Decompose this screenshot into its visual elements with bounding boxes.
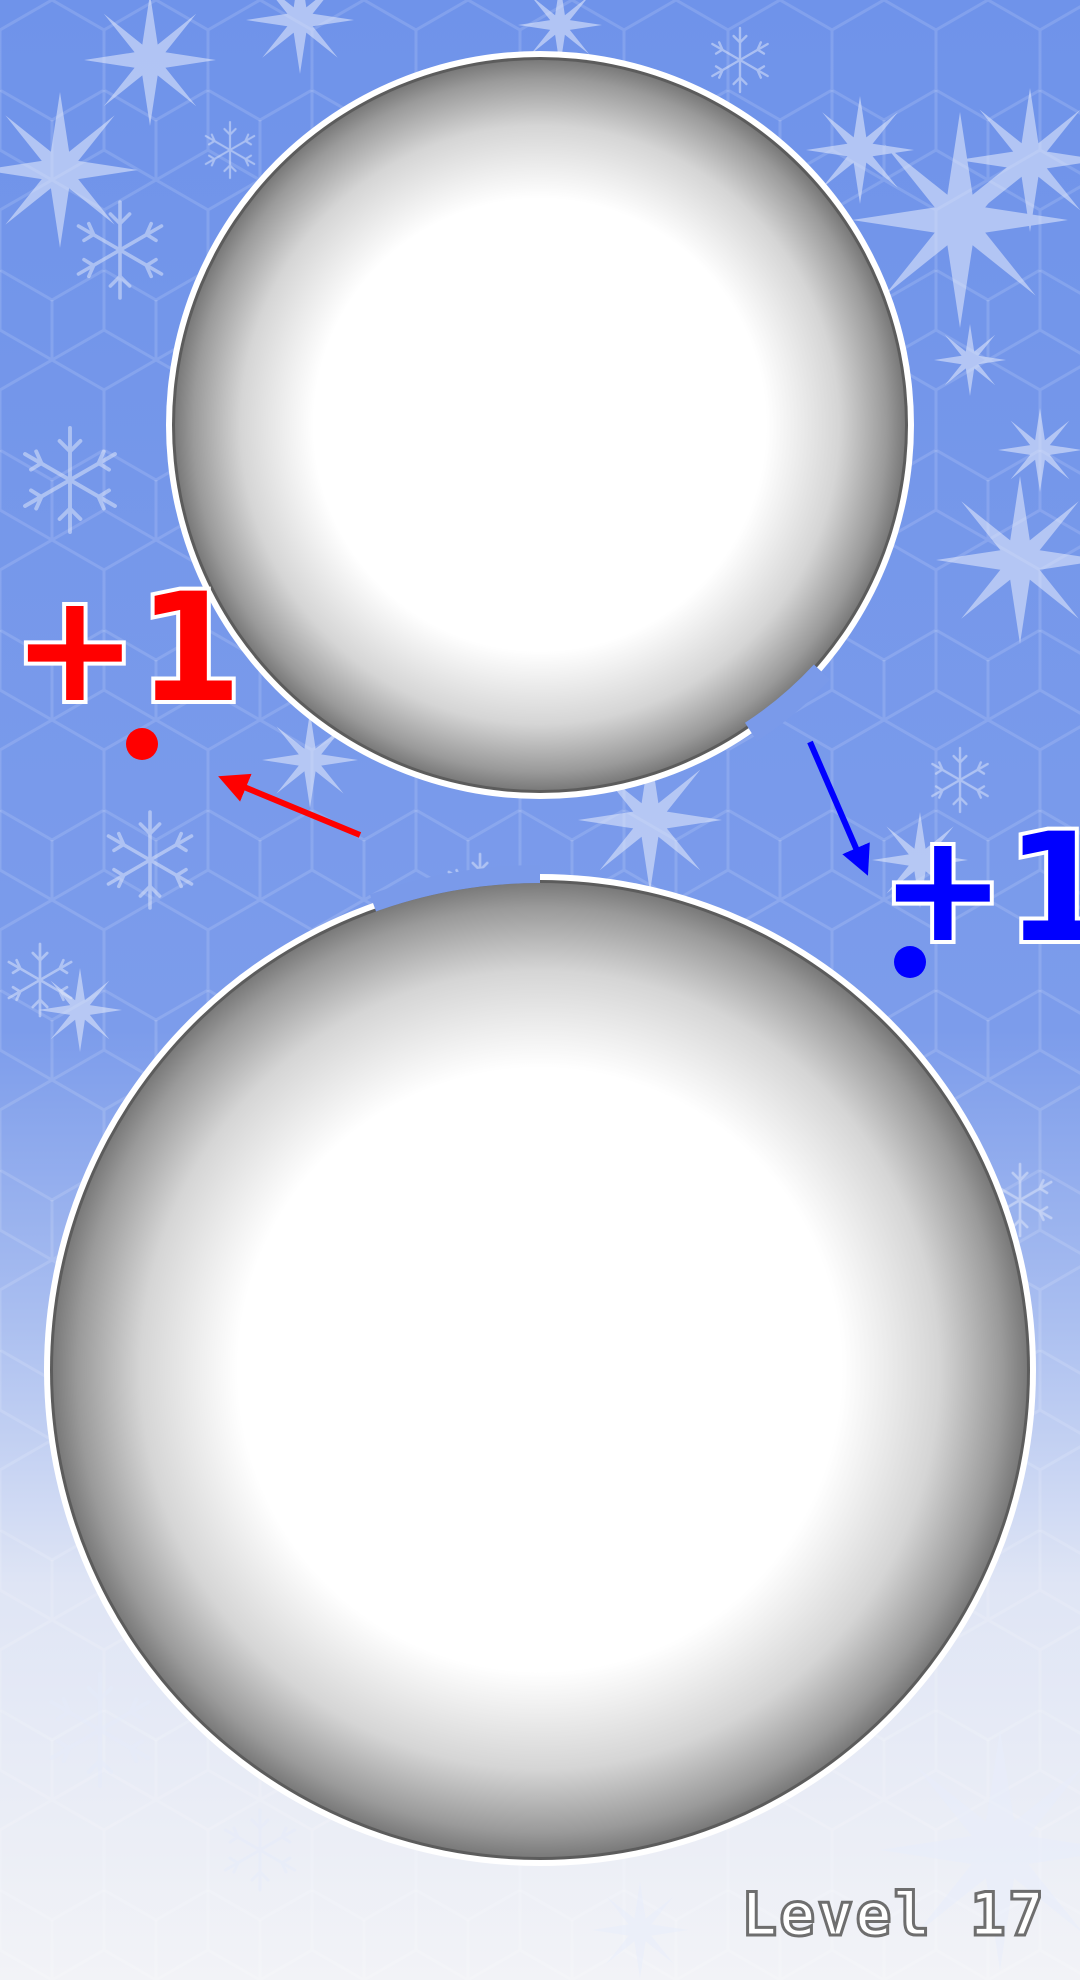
blue-player[interactable]: +1 (807, 740, 1080, 980)
level-label: Level (740, 1879, 932, 1952)
red-score-label: +1 (12, 562, 242, 736)
top-snowball[interactable] (166, 51, 914, 799)
red-player-dot[interactable] (126, 728, 158, 760)
bottom-snowball-body (53, 883, 1027, 1857)
level-indicator: Level 17 (740, 1879, 1046, 1952)
game-screen[interactable]: +1 +1 Level 17 (0, 0, 1080, 1980)
blue-player-dot[interactable] (894, 946, 926, 978)
level-number: 17 (968, 1879, 1046, 1952)
play-field[interactable]: +1 +1 (0, 0, 1080, 1980)
blue-direction-arrow (807, 740, 870, 876)
bottom-snowball[interactable] (44, 865, 1036, 1866)
top-snowball-body (175, 60, 905, 790)
red-direction-arrow (218, 773, 362, 838)
